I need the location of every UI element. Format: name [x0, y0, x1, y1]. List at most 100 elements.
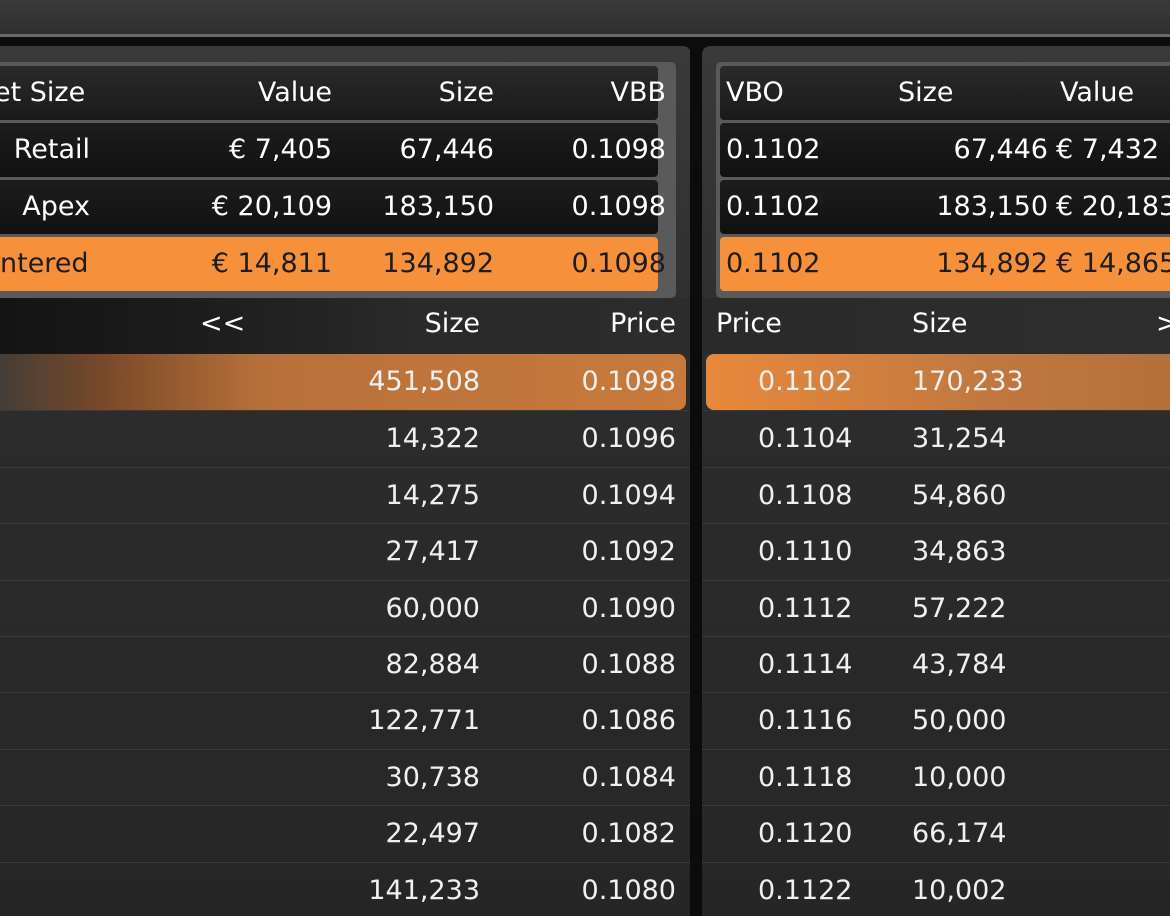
row-vbo: 0.1102 [726, 191, 821, 222]
level-price: 0.1112 [758, 592, 853, 624]
level-price: 0.1082 [581, 818, 676, 850]
bid-summary-row-retail[interactable]: Retail € 7,405 67,446 0.1098 [0, 123, 666, 177]
level-size: 27,417 [385, 536, 480, 568]
level-price: 0.1086 [581, 705, 676, 737]
ask-summary-table: VBO Size Value 0.1102 67,446 € 7,432 0.1… [716, 62, 1170, 298]
level-size: 14,322 [385, 423, 480, 455]
column-header-size[interactable]: Size [334, 66, 494, 120]
row-label: Apex [22, 191, 90, 222]
row-value: € 14,811 [211, 248, 332, 279]
ask-level-row[interactable]: 0.1112 57,222 [702, 579, 1170, 636]
column-header-size[interactable]: Size [898, 66, 1018, 120]
bid-summary-header-row: et Size Value Size VBB [0, 66, 666, 120]
row-value: € 20,109 [211, 191, 332, 222]
row-size: 183,150 [382, 191, 494, 222]
top-toolbar [0, 0, 1170, 34]
row-vbb: 0.1098 [571, 191, 666, 222]
level-size: 10,000 [912, 761, 1007, 793]
level-price: 0.1092 [581, 536, 676, 568]
ask-summary-row-retail[interactable]: 0.1102 67,446 € 7,432 [720, 123, 1170, 177]
bid-orderbook-header: << Size Price [0, 298, 690, 354]
row-size: 67,446 [953, 134, 1048, 165]
bid-level-row[interactable]: 451,508 0.1098 [0, 354, 686, 411]
row-value: € 20,183 [1056, 191, 1170, 222]
bid-orderbook-rows: 451,508 0.1098 14,322 0.1096 14,275 0.10… [0, 354, 690, 916]
column-header-market-size[interactable]: et Size [0, 66, 124, 120]
level-price: 0.1080 [581, 874, 676, 906]
ask-level-row[interactable]: 0.1104 31,254 [702, 410, 1170, 466]
bid-level-row[interactable]: 14,322 0.1096 [0, 410, 690, 466]
ask-level-row[interactable]: 0.1108 54,860 [702, 466, 1170, 523]
level-size: 50,000 [912, 705, 1007, 737]
bid-summary-table: et Size Value Size VBB Retail € 7,405 67… [0, 62, 676, 298]
level-size: 141,233 [368, 874, 480, 906]
column-header-vbb[interactable]: VBB [494, 66, 666, 120]
column-header-value[interactable]: Value [1060, 66, 1170, 120]
level-price: 0.1096 [581, 423, 676, 455]
bid-level-row[interactable]: 14,275 0.1094 [0, 466, 690, 523]
column-header-size[interactable]: Size [912, 298, 1032, 350]
level-price: 0.1122 [758, 874, 853, 906]
level-size: 170,233 [912, 366, 1024, 397]
level-price: 0.1094 [581, 479, 676, 511]
bid-level-row[interactable]: 141,233 0.1080 [0, 861, 690, 916]
row-vbb: 0.1098 [571, 134, 666, 165]
level-price: 0.1116 [758, 705, 853, 737]
row-size: 183,150 [936, 191, 1048, 222]
bid-summary-row-entered[interactable]: ntered € 14,811 134,892 0.1098 [0, 237, 666, 291]
ask-orderbook-header: Price Size > [702, 298, 1170, 354]
row-size: 67,446 [399, 134, 494, 165]
bid-summary-row-apex[interactable]: Apex € 20,109 183,150 0.1098 [0, 180, 666, 234]
ask-level-row[interactable]: 0.1102 170,233 [706, 354, 1170, 411]
level-size: 10,002 [912, 874, 1007, 906]
ask-level-row[interactable]: 0.1114 43,784 [702, 635, 1170, 692]
scroll-left-button[interactable]: << [200, 298, 260, 350]
level-size: 22,497 [385, 818, 480, 850]
ask-level-row[interactable]: 0.1110 34,863 [702, 523, 1170, 579]
level-price: 0.1102 [758, 366, 853, 397]
column-header-price[interactable]: Price [560, 298, 676, 350]
level-size: 54,860 [912, 479, 1007, 511]
column-header-price[interactable]: Price [716, 298, 836, 350]
level-price: 0.1110 [758, 536, 853, 568]
bid-level-row[interactable]: 27,417 0.1092 [0, 523, 690, 579]
column-header-value[interactable]: Value [154, 66, 332, 120]
level-size: 30,738 [385, 761, 480, 793]
ask-summary-row-entered[interactable]: 0.1102 134,892 € 14,865 [720, 237, 1170, 291]
level-size: 14,275 [385, 479, 480, 511]
row-label: ntered [0, 248, 89, 279]
level-price: 0.1118 [758, 761, 853, 793]
row-value: € 7,405 [228, 134, 332, 165]
bid-level-row[interactable]: 122,771 0.1086 [0, 692, 690, 748]
ask-orderbook-rows: 0.1102 170,233 0.1104 31,254 0.1108 54,8… [702, 354, 1170, 916]
ask-summary-row-apex[interactable]: 0.1102 183,150 € 20,183 [720, 180, 1170, 234]
ask-level-row[interactable]: 0.1116 50,000 [702, 692, 1170, 748]
bid-level-row[interactable]: 22,497 0.1082 [0, 805, 690, 861]
ask-summary-header-row: VBO Size Value [720, 66, 1170, 120]
row-size: 134,892 [382, 248, 494, 279]
column-header-size[interactable]: Size [380, 298, 480, 350]
bid-level-row[interactable]: 30,738 0.1084 [0, 748, 690, 805]
level-price: 0.1090 [581, 592, 676, 624]
row-size: 134,892 [936, 248, 1048, 279]
level-size: 82,884 [385, 648, 480, 680]
row-vbo: 0.1102 [726, 134, 821, 165]
level-size: 34,863 [912, 536, 1007, 568]
level-size: 122,771 [368, 705, 480, 737]
order-book-window: et Size Value Size VBB Retail € 7,405 67… [0, 0, 1170, 916]
ask-level-row[interactable]: 0.1118 10,000 [702, 748, 1170, 805]
bid-level-row[interactable]: 82,884 0.1088 [0, 635, 690, 692]
bid-level-row[interactable]: 60,000 0.1090 [0, 579, 690, 636]
level-size: 43,784 [912, 648, 1007, 680]
row-value: € 7,432 [1056, 134, 1160, 165]
ask-level-row[interactable]: 0.1122 10,002 [702, 861, 1170, 916]
row-label: Retail [13, 134, 90, 165]
level-size: 60,000 [385, 592, 480, 624]
row-value: € 14,865 [1056, 248, 1170, 279]
ask-level-row[interactable]: 0.1120 66,174 [702, 805, 1170, 861]
scroll-right-button[interactable]: > [1156, 298, 1170, 350]
level-size: 31,254 [912, 423, 1007, 455]
panel-divider [690, 46, 702, 916]
level-price: 0.1098 [581, 366, 676, 397]
column-header-vbo[interactable]: VBO [726, 66, 846, 120]
